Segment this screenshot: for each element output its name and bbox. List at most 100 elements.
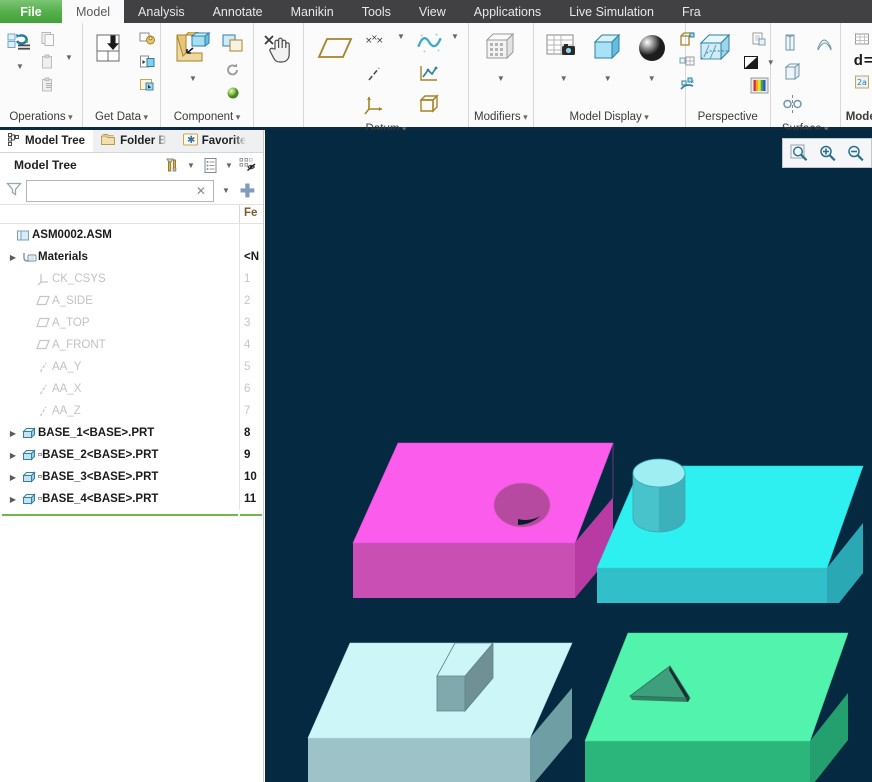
- drag-hand-icon[interactable]: [259, 28, 298, 70]
- model-tree-row[interactable]: AA_Z 7: [0, 400, 263, 422]
- nav-tab-model-tree[interactable]: Model Tree: [0, 130, 94, 152]
- model-tree-row[interactable]: AA_Y 5: [0, 356, 263, 378]
- model-tree-row[interactable]: CK_CSYS 1: [0, 268, 263, 290]
- display-style-icon[interactable]: [587, 28, 629, 70]
- column-header-features[interactable]: Fe: [244, 207, 257, 219]
- ribbon-group-perspective-label[interactable]: Perspective: [691, 108, 765, 127]
- expand-arrow-icon[interactable]: ▶: [6, 495, 20, 504]
- clear-search-icon[interactable]: ✕: [193, 184, 209, 198]
- model-parameters-icon[interactable]: 2 a: [852, 71, 872, 93]
- zoom-out-icon[interactable]: [844, 142, 866, 164]
- expand-arrow-icon[interactable]: ▶: [6, 253, 20, 262]
- tree-columns-dropdown[interactable]: ▼: [221, 158, 237, 172]
- modifiers-more-dropdown[interactable]: ▼: [493, 71, 509, 85]
- part-base-3[interactable]: [305, 588, 585, 782]
- expand-arrow-icon[interactable]: ▶: [6, 429, 20, 438]
- model-tree-row[interactable]: A_FRONT 4: [0, 334, 263, 356]
- ribbon-group-model-intent-label[interactable]: Model Inte: [846, 108, 872, 127]
- datum-point-icon[interactable]: × × ×: [361, 28, 391, 58]
- appearance-dropdown[interactable]: ▼: [644, 71, 660, 85]
- search-history-dropdown[interactable]: ▼: [218, 184, 234, 198]
- model-tree-row[interactable]: A_TOP 3: [0, 312, 263, 334]
- expand-arrow-icon[interactable]: ▶: [6, 451, 20, 460]
- datum-csys-icon[interactable]: [361, 90, 391, 120]
- datum-curve-dropdown[interactable]: ▼: [447, 29, 463, 43]
- ribbon-group-component-label[interactable]: Component: [166, 108, 248, 127]
- scene-icon[interactable]: [749, 28, 771, 50]
- perspective-cube-icon[interactable]: [695, 28, 737, 70]
- get-data-merge-icon[interactable]: [136, 51, 158, 73]
- get-data-copy-geometry-icon[interactable]: [136, 74, 158, 96]
- add-filter-button[interactable]: ✚: [238, 182, 257, 200]
- paste-special-icon[interactable]: [37, 74, 59, 96]
- expand-arrow-icon[interactable]: ▶: [6, 473, 20, 482]
- paste-icon[interactable]: [37, 51, 59, 73]
- model-tree-row[interactable]: ▶ BASE_1<BASE>.PRT 8: [0, 422, 263, 444]
- surface-offset-icon[interactable]: [778, 59, 808, 89]
- nav-tab-favorites[interactable]: ✱ Favorite: [175, 130, 255, 152]
- nav-tab-folder-browser[interactable]: Folder B: [93, 130, 175, 152]
- model-tree-row[interactable]: AA_X 6: [0, 378, 263, 400]
- model-params-table-icon[interactable]: [852, 28, 872, 50]
- regenerate-icon[interactable]: [5, 28, 35, 58]
- assemble-component-icon[interactable]: [172, 28, 214, 70]
- copy-icon[interactable]: [37, 28, 59, 50]
- import-data-icon[interactable]: [92, 28, 134, 70]
- zoom-box-icon[interactable]: [788, 142, 810, 164]
- tab-applications[interactable]: Applications: [460, 0, 555, 23]
- model-tree-row[interactable]: ▶ ▫BASE_4<BASE>.PRT 11: [0, 488, 263, 510]
- tree-hide-filters-icon[interactable]: [237, 154, 259, 176]
- regenerate-component-icon[interactable]: [222, 59, 244, 81]
- datum-sketch-curve-icon[interactable]: [415, 28, 445, 58]
- manage-views-icon[interactable]: [543, 28, 585, 70]
- surface-symmetry-icon[interactable]: [778, 90, 808, 120]
- datum-ref-geom-icon[interactable]: [415, 90, 445, 120]
- datum-point-dropdown[interactable]: ▼: [393, 29, 409, 43]
- appearance-sphere-icon[interactable]: [631, 28, 673, 70]
- ribbon-group-get-data-label[interactable]: Get Data: [88, 108, 155, 127]
- ribbon-group-model-display-label[interactable]: Model Display: [539, 108, 680, 127]
- model-intent-relation-expression[interactable]: d= ( ): [852, 52, 872, 69]
- datum-coord-line-icon[interactable]: [361, 59, 391, 89]
- display-style-dropdown[interactable]: ▼: [600, 71, 616, 85]
- views-dropdown[interactable]: ▼: [556, 71, 572, 85]
- tab-manikin[interactable]: Manikin: [277, 0, 348, 23]
- part-base-2[interactable]: [591, 398, 872, 603]
- pattern-icon[interactable]: [480, 28, 522, 70]
- part-base-4[interactable]: [570, 588, 860, 782]
- component-more-dropdown[interactable]: ▼: [185, 71, 201, 85]
- ribbon-group-modifiers-label[interactable]: Modifiers: [474, 108, 528, 127]
- surface-style-icon[interactable]: [778, 28, 808, 58]
- model-tree-search-input[interactable]: [31, 181, 193, 200]
- tab-annotate[interactable]: Annotate: [199, 0, 277, 23]
- tab-tools[interactable]: Tools: [348, 0, 405, 23]
- paste-dropdown[interactable]: ▼: [61, 50, 77, 64]
- tab-analysis[interactable]: Analysis: [124, 0, 199, 23]
- datum-graph-icon[interactable]: [415, 59, 445, 89]
- datum-plane-icon[interactable]: [315, 28, 357, 70]
- get-data-shrinkwrap-icon[interactable]: [136, 28, 158, 50]
- tab-live-simulation[interactable]: Live Simulation: [555, 0, 668, 23]
- tab-view[interactable]: View: [405, 0, 460, 23]
- part-base-1[interactable]: [350, 413, 615, 603]
- model-tree-row[interactable]: A_SIDE 2: [0, 290, 263, 312]
- surface-boundary-icon[interactable]: [810, 28, 840, 58]
- tree-settings-tools-icon[interactable]: [161, 154, 183, 176]
- model-tree-row[interactable]: ▶ ▫BASE_3<BASE>.PRT 10: [0, 466, 263, 488]
- model-tree-row[interactable]: ▶ ▫BASE_2<BASE>.PRT 9: [0, 444, 263, 466]
- model-tree-row[interactable]: ASM0002.ASM: [0, 224, 263, 246]
- model-tree-row[interactable]: ▶ Materials <N: [0, 246, 263, 268]
- tab-model[interactable]: Model: [62, 0, 125, 23]
- tree-columns-icon[interactable]: [199, 154, 221, 176]
- tree-settings-dropdown[interactable]: ▼: [183, 158, 199, 172]
- zoom-in-icon[interactable]: [816, 142, 838, 164]
- shadow-toggle-icon[interactable]: [741, 51, 763, 73]
- tab-framework[interactable]: Fra: [668, 0, 701, 23]
- graphics-viewport[interactable]: 野火论坛 www.proewildfire.cn: [265, 130, 872, 782]
- filter-funnel-icon[interactable]: [6, 181, 22, 200]
- operations-more-dropdown[interactable]: ▼: [12, 59, 28, 73]
- tab-file[interactable]: File: [0, 0, 62, 23]
- ribbon-group-operations-label[interactable]: Operations: [5, 108, 77, 127]
- create-component-icon[interactable]: [218, 28, 248, 58]
- model-tree-search-box[interactable]: ✕: [26, 179, 214, 202]
